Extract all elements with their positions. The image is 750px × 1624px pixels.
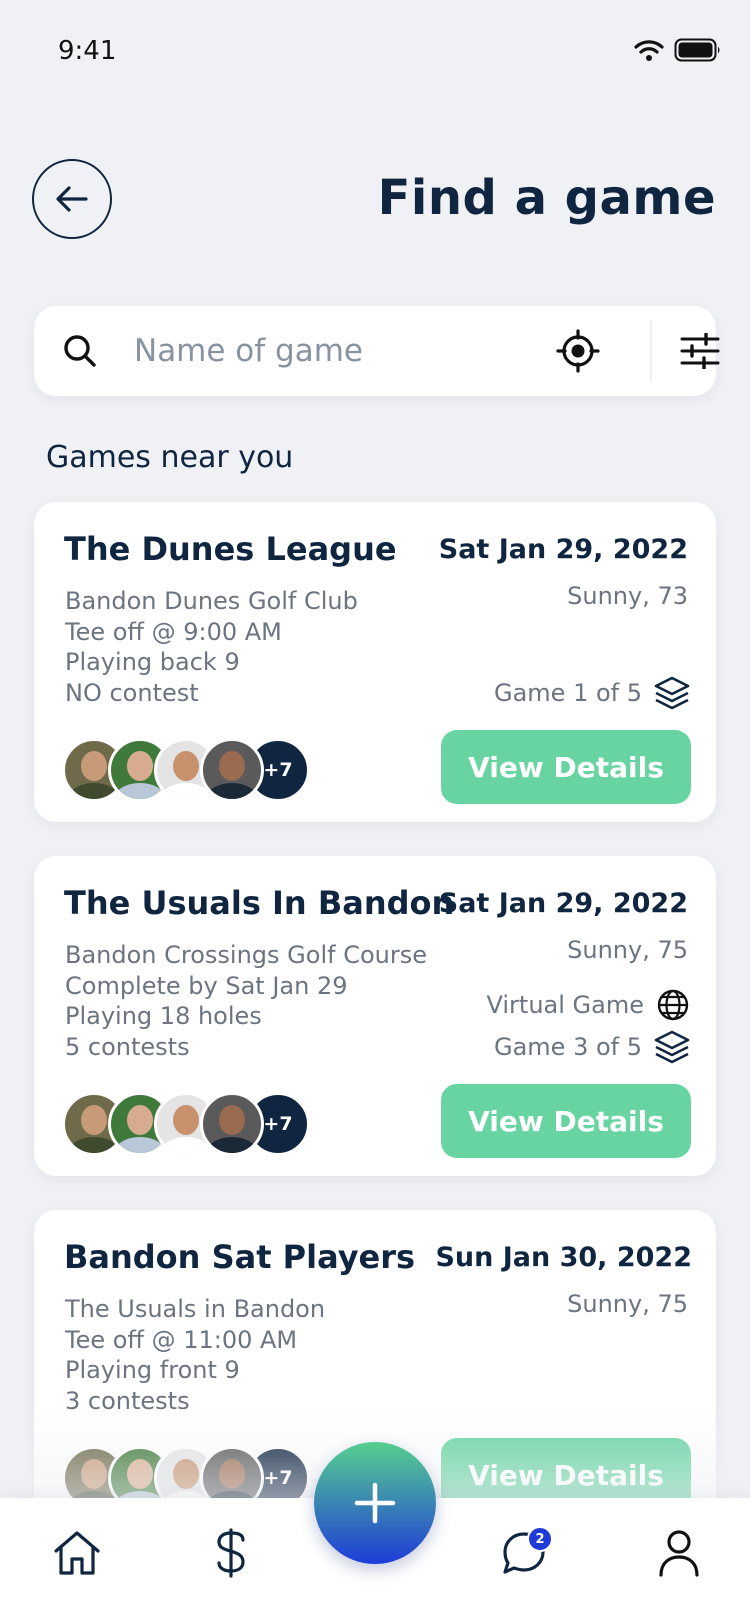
locate-button[interactable]: [556, 329, 600, 377]
search-icon: [64, 335, 96, 367]
tab-profile[interactable]: [644, 1518, 714, 1588]
game-card: The Dunes League Sat Jan 29, 2022 Sunny,…: [34, 502, 716, 822]
battery-icon: [674, 38, 720, 62]
game-count: Game 1 of 5: [493, 679, 642, 707]
game-card: The Usuals In Bandon Sat Jan 29, 2022 Su…: [34, 856, 716, 1176]
status-icons: [634, 38, 722, 62]
page-header: Find a game: [0, 150, 750, 250]
game-details: Bandon Dunes Golf Club Tee off @ 9:00 AM…: [65, 586, 358, 708]
game-weather: Sunny, 75: [567, 936, 688, 964]
layers-icon: [654, 1030, 690, 1064]
game-count: Game 3 of 5: [493, 1033, 642, 1061]
game-details: The Usuals in Bandon Tee off @ 11:00 AM …: [65, 1294, 325, 1416]
wifi-icon: [634, 40, 664, 61]
virtual-game-label: Virtual Game: [486, 991, 645, 1019]
game-count-row: Game 1 of 5: [494, 676, 690, 710]
game-detail-line: NO contest: [65, 678, 199, 707]
game-detail-line: 5 contests: [65, 1032, 190, 1061]
game-detail-line: Bandon Dunes Golf Club: [65, 587, 358, 615]
game-detail-line: Tee off @ 9:00 AM: [65, 617, 282, 646]
home-icon: [54, 1531, 100, 1575]
game-details: Bandon Crossings Golf Course Complete by…: [65, 940, 427, 1062]
globe-icon: [657, 989, 689, 1021]
status-bar: 9:41: [0, 0, 750, 100]
game-count-row: Game 3 of 5: [494, 1030, 690, 1064]
status-time: 9:41: [58, 36, 117, 66]
back-button[interactable]: [32, 159, 112, 239]
game-detail-line: The Usuals in Bandon: [65, 1295, 326, 1323]
avatar: [200, 1092, 264, 1156]
game-detail-line: Bandon Crossings Golf Course: [65, 941, 427, 969]
game-detail-line: 3 contests: [65, 1386, 190, 1415]
game-date: Sun Jan 30, 2022: [435, 1242, 692, 1273]
filter-button[interactable]: [680, 332, 720, 373]
avatar: [200, 738, 264, 802]
game-title: The Usuals In Bandon: [64, 884, 455, 922]
search-input[interactable]: [134, 324, 554, 378]
game-weather: Sunny, 75: [567, 1290, 688, 1318]
tab-messages[interactable]: 2: [489, 1518, 559, 1588]
sliders-icon: [680, 332, 720, 370]
game-detail-line: Playing front 9: [65, 1356, 240, 1384]
game-title: Bandon Sat Players: [64, 1238, 416, 1276]
notification-badge: 2: [527, 1526, 553, 1552]
view-details-button[interactable]: View Details: [441, 730, 691, 804]
create-game-button[interactable]: [314, 1442, 436, 1564]
crosshair-icon: [556, 329, 600, 373]
game-title: The Dunes League: [64, 530, 397, 568]
section-title: Games near you: [46, 440, 294, 475]
page-title: Find a game: [377, 170, 716, 226]
layers-icon: [654, 676, 690, 710]
tab-money[interactable]: [196, 1518, 266, 1588]
plus-icon: [354, 1482, 396, 1524]
game-date: Sat Jan 29, 2022: [438, 534, 688, 565]
arrow-left-icon: [56, 186, 88, 212]
view-details-button[interactable]: View Details: [441, 1084, 691, 1158]
search-divider: [650, 320, 652, 382]
game-weather: Sunny, 73: [567, 582, 688, 610]
game-date: Sat Jan 29, 2022: [438, 888, 688, 919]
search-bar: [34, 306, 720, 396]
game-detail-line: Tee off @ 11:00 AM: [65, 1325, 298, 1354]
user-icon: [659, 1530, 699, 1577]
game-detail-line: Complete by Sat Jan 29: [65, 971, 348, 1000]
game-detail-line: Playing back 9: [65, 648, 240, 676]
player-avatars[interactable]: +7: [62, 738, 310, 802]
tab-home[interactable]: [42, 1518, 112, 1588]
player-avatars[interactable]: +7: [62, 1092, 310, 1156]
virtual-game-row: Virtual Game: [487, 988, 691, 1022]
game-detail-line: Playing 18 holes: [65, 1002, 262, 1030]
dollar-icon: [217, 1528, 245, 1578]
